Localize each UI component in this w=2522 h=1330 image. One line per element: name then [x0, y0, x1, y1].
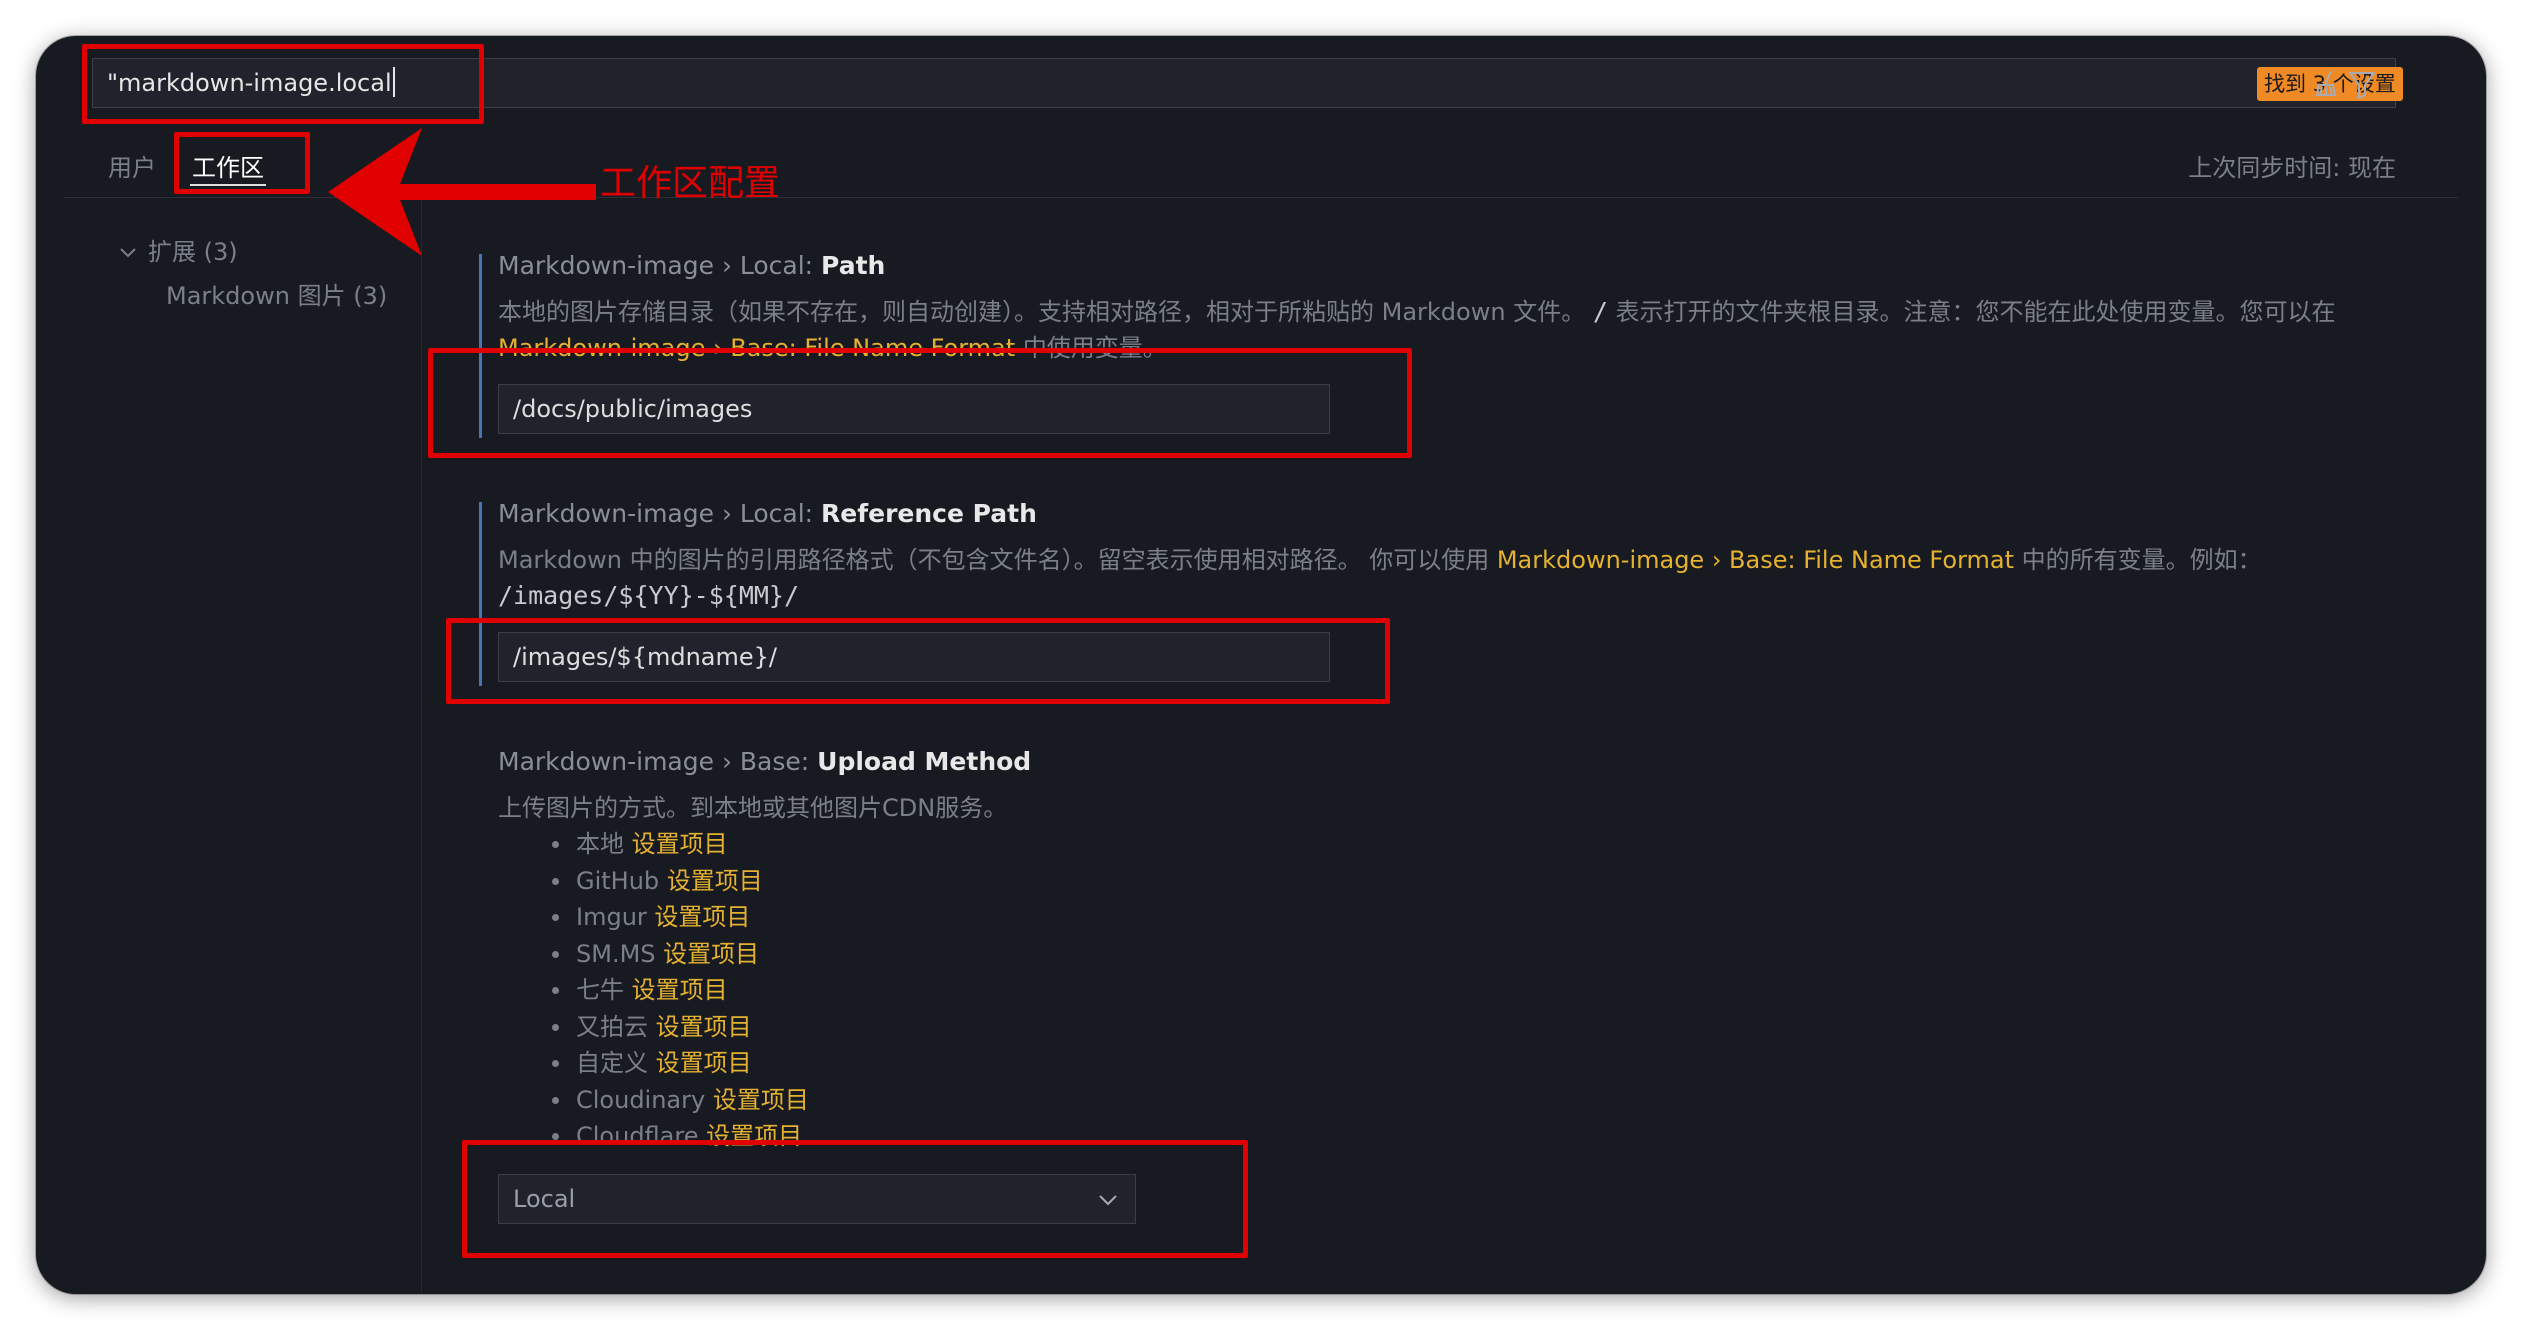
setting-title-upload-method: Markdown-image › Base: Upload Method	[498, 747, 1032, 776]
list-item: SM.MS 设置项目	[548, 936, 809, 973]
annotation-box-upload-method	[462, 1140, 1248, 1258]
upload-method-list: 本地 设置项目 GitHub 设置项目 Imgur 设置项目 SM.MS 设置项…	[548, 826, 809, 1155]
list-item: Cloudinary 设置项目	[548, 1082, 809, 1119]
list-item: GitHub 设置项目	[548, 863, 809, 900]
tree-item-markdown-image[interactable]: Markdown 图片 (3)	[166, 276, 387, 311]
settings-link[interactable]: 设置项目	[654, 903, 750, 931]
sidebar-divider	[421, 198, 422, 1294]
settings-link[interactable]: 设置项目	[713, 1086, 809, 1114]
settings-window: "markdown-image.local 找到 3 个设置 用户 工作区 上次…	[36, 36, 2486, 1294]
annotation-box-workspace-tab	[174, 132, 310, 194]
annotation-box-reference-path	[446, 618, 1390, 704]
list-item: 七牛 设置项目	[548, 972, 809, 1009]
setting-title-reference-path: Markdown-image › Local: Reference Path	[498, 499, 1037, 528]
tab-user[interactable]: 用户	[108, 148, 156, 183]
tree-item-extensions[interactable]: 扩展 (3)	[118, 232, 238, 267]
annotation-label: 工作区配置	[600, 163, 781, 204]
file-name-format-link[interactable]: Markdown-image › Base: File Name Format	[1497, 546, 2014, 574]
chevron-down-icon	[120, 248, 136, 258]
clear-search-icon[interactable]	[2311, 67, 2341, 101]
settings-link[interactable]: 设置项目	[663, 940, 759, 968]
filter-icon[interactable]	[2347, 67, 2377, 101]
settings-link[interactable]: 设置项目	[656, 1013, 752, 1041]
settings-link[interactable]: 设置项目	[656, 1049, 752, 1077]
settings-link[interactable]: 设置项目	[632, 830, 728, 858]
annotation-arrow-icon	[328, 128, 596, 256]
annotation-box-local-path	[428, 348, 1412, 458]
annotation-box-search	[82, 44, 484, 124]
list-item: Imgur 设置项目	[548, 899, 809, 936]
settings-link[interactable]: 设置项目	[632, 976, 728, 1004]
settings-link[interactable]: 设置项目	[667, 867, 763, 895]
sync-status: 上次同步时间: 现在	[2188, 154, 2396, 182]
tree-item-extensions-label: 扩展 (3)	[148, 238, 238, 266]
setting-description-reference-path: Markdown 中的图片的引用路径格式（不包含文件名）。留空表示使用相对路径。…	[498, 546, 2262, 610]
list-item: 自定义 设置项目	[548, 1045, 809, 1082]
setting-description-upload-method: 上传图片的方式。到本地或其他图片CDN服务。	[498, 794, 1008, 822]
list-item: 本地 设置项目	[548, 826, 809, 863]
list-item: 又拍云 设置项目	[548, 1009, 809, 1046]
